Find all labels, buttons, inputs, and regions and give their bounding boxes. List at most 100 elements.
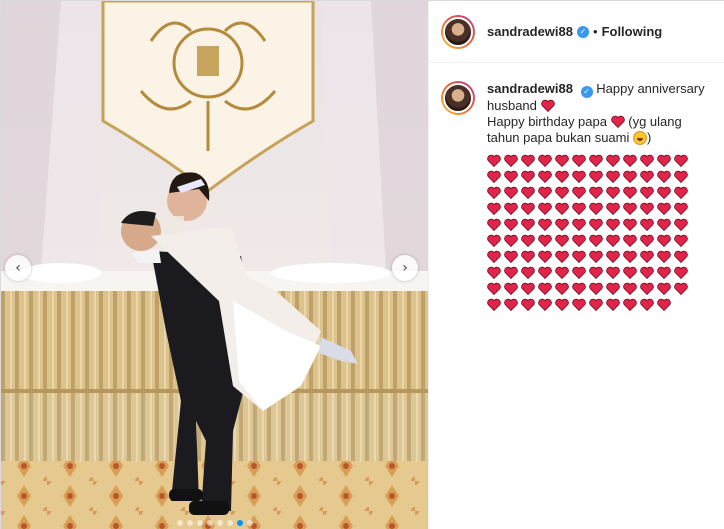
red-heart-icon (606, 186, 620, 199)
hearts-row (487, 218, 707, 234)
red-heart-icon (589, 218, 603, 231)
red-heart-icon (674, 266, 688, 279)
red-heart-icon (504, 266, 518, 279)
red-heart-icon (555, 234, 569, 247)
profile-avatar[interactable] (441, 14, 475, 49)
instagram-post: ‹ › sandradewi88 ✓ • Following sandradew… (0, 0, 724, 529)
red-heart-icon (555, 154, 569, 167)
red-heart-icon (538, 298, 552, 311)
red-heart-icon (555, 250, 569, 263)
red-heart-icon (538, 202, 552, 215)
caption-comment: sandradewi88 ✓ Happy anniversary husband… (429, 63, 724, 314)
red-heart-icon (640, 282, 654, 295)
red-heart-icon (572, 186, 586, 199)
red-heart-icon (521, 170, 535, 183)
red-heart-icon (487, 186, 501, 199)
verified-badge-icon: ✓ (577, 25, 589, 38)
red-heart-icon (504, 282, 518, 295)
red-heart-icon (538, 266, 552, 279)
red-heart-icon (572, 170, 586, 183)
carousel-dot (216, 520, 223, 526)
carousel-dot (176, 520, 183, 526)
hearts-row (487, 234, 707, 250)
red-heart-icon (640, 234, 654, 247)
hearts-row (487, 266, 707, 282)
red-heart-icon (487, 298, 501, 311)
red-heart-icon (606, 282, 620, 295)
red-heart-icon (538, 250, 552, 263)
red-heart-icon (487, 218, 501, 231)
red-heart-icon (538, 154, 552, 167)
red-heart-icon (589, 202, 603, 215)
carousel-indicator (1, 520, 428, 526)
red-heart-icon (540, 99, 555, 112)
red-heart-icon (538, 282, 552, 295)
red-heart-icon (674, 250, 688, 263)
username-link[interactable]: sandradewi88 (487, 24, 573, 39)
red-heart-icon (572, 266, 586, 279)
avatar-photo (443, 83, 473, 113)
red-heart-icon (623, 186, 637, 199)
red-heart-icon (572, 282, 586, 295)
red-heart-icon (521, 202, 535, 215)
red-heart-icon (487, 170, 501, 183)
red-heart-icon (640, 186, 654, 199)
red-heart-icon (504, 154, 518, 167)
following-button[interactable]: Following (602, 24, 663, 39)
red-heart-icon (589, 250, 603, 263)
red-heart-icon (487, 282, 501, 295)
red-heart-icon (606, 154, 620, 167)
post-sidebar: sandradewi88 ✓ • Following sandradewi88 … (428, 1, 724, 529)
red-heart-icon (589, 186, 603, 199)
red-heart-icon (487, 202, 501, 215)
carousel-dot (226, 520, 233, 526)
carousel-dot (206, 520, 213, 526)
red-heart-icon (657, 154, 671, 167)
carousel-dot-active (236, 520, 243, 526)
red-heart-icon (521, 282, 535, 295)
red-heart-icon (623, 266, 637, 279)
red-heart-icon (674, 218, 688, 231)
red-heart-icon (623, 298, 637, 311)
carousel-next-button[interactable]: › (392, 255, 418, 281)
red-heart-icon (572, 154, 586, 167)
carousel-prev-button[interactable]: ‹ (5, 255, 31, 281)
red-heart-icon (657, 266, 671, 279)
red-heart-icon (623, 170, 637, 183)
red-heart-icon (572, 218, 586, 231)
red-heart-icon (555, 266, 569, 279)
red-heart-icon (589, 282, 603, 295)
avatar-photo (443, 16, 473, 47)
red-heart-icon (555, 170, 569, 183)
caption-username-link[interactable]: sandradewi88 (487, 81, 573, 96)
red-heart-icon (606, 218, 620, 231)
red-heart-icon (623, 218, 637, 231)
red-heart-icon (606, 266, 620, 279)
red-heart-icon (640, 298, 654, 311)
red-heart-icon (640, 218, 654, 231)
red-heart-icon (521, 250, 535, 263)
hearts-row (487, 298, 707, 314)
red-heart-icon (589, 170, 603, 183)
post-photo[interactable]: ‹ › (1, 1, 428, 529)
rolling-laughing-emoji-icon (633, 131, 648, 145)
red-heart-icon (572, 250, 586, 263)
red-heart-icon (504, 234, 518, 247)
red-heart-icon (657, 202, 671, 215)
post-header: sandradewi88 ✓ • Following (429, 1, 724, 63)
red-heart-icon (521, 234, 535, 247)
hearts-row (487, 154, 707, 170)
carousel-dot (186, 520, 193, 526)
red-heart-icon (555, 282, 569, 295)
red-heart-icon (623, 282, 637, 295)
red-heart-icon (640, 170, 654, 183)
red-heart-icon (606, 234, 620, 247)
red-heart-icon (521, 298, 535, 311)
separator-dot: • (593, 24, 598, 39)
caption-avatar[interactable] (441, 81, 475, 115)
hearts-row (487, 186, 707, 202)
red-heart-icon (623, 202, 637, 215)
red-heart-icon (640, 250, 654, 263)
red-heart-icon (674, 154, 688, 167)
red-heart-icon (674, 186, 688, 199)
